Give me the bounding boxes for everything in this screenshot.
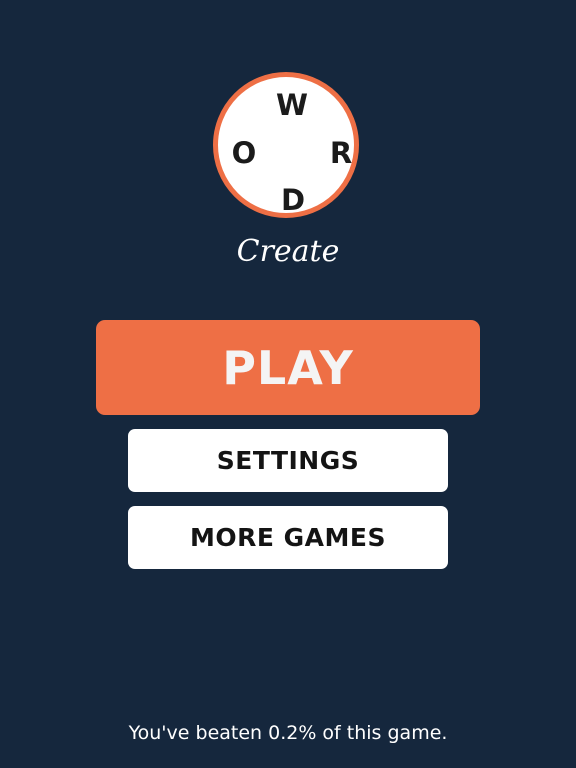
logo-letter-left: O [231,136,257,170]
logo-subtitle: Create [236,234,340,269]
logo-letter-top: W [276,88,308,122]
logo-letter-bottom: D [280,183,306,217]
more-games-button[interactable]: MORE GAMES [128,506,448,569]
game-logo: W O R D [213,72,359,218]
progress-text: You've beaten 0.2% of this game. [128,722,448,744]
logo-letter-right: R [329,136,353,170]
play-button[interactable]: PLAY [96,320,480,415]
settings-button[interactable]: SETTINGS [128,429,448,492]
